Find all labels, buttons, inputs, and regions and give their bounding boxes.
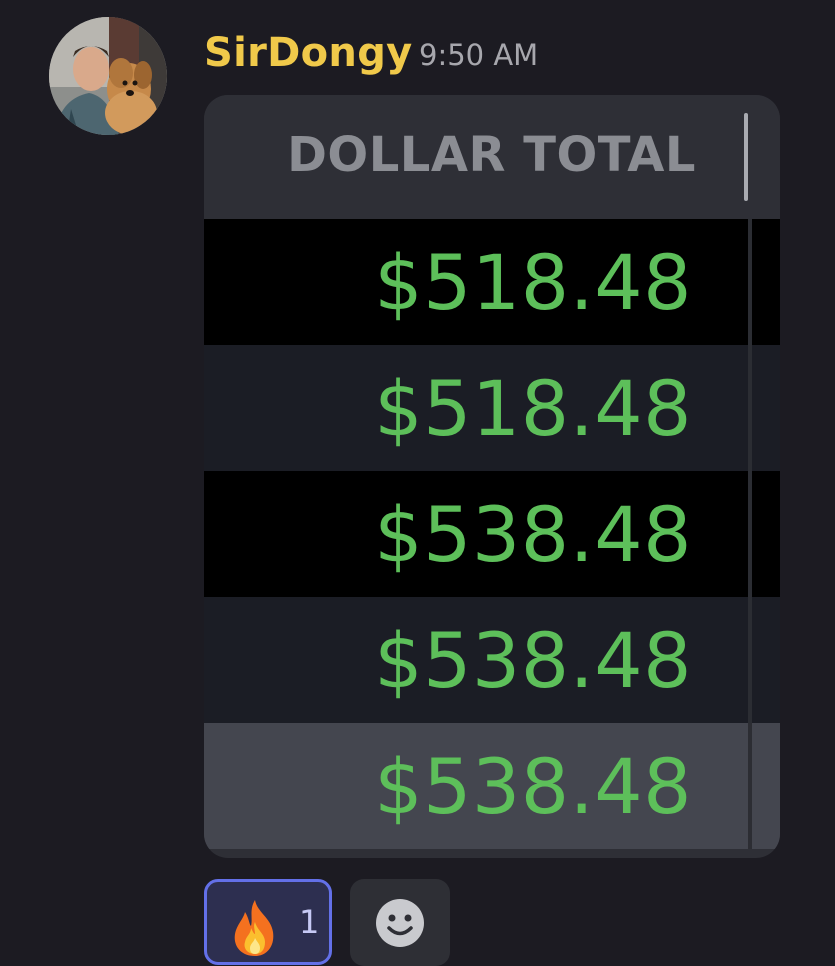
table-row: $538.48 xyxy=(204,471,780,597)
add-reaction-button[interactable] xyxy=(350,879,450,966)
avatar[interactable] xyxy=(49,17,167,135)
table-header: DOLLAR TOTAL xyxy=(204,95,780,219)
column-divider xyxy=(748,723,752,849)
table-body: $518.48 $518.48 $538.48 $538.48 $538.48 xyxy=(204,219,780,849)
smiley-icon xyxy=(376,899,424,947)
dollar-value: $518.48 xyxy=(374,364,692,453)
dollar-value: $518.48 xyxy=(374,238,692,327)
column-divider xyxy=(744,113,748,201)
table-row: $538.48 xyxy=(204,723,780,849)
column-header-dollar-total: DOLLAR TOTAL xyxy=(287,127,696,183)
image-embed[interactable]: DOLLAR TOTAL $518.48 $518.48 $538.48 $53… xyxy=(204,95,780,858)
dollar-value: $538.48 xyxy=(374,742,692,831)
dollar-value: $538.48 xyxy=(374,490,692,579)
author-name[interactable]: SirDongy xyxy=(204,27,413,79)
message-timestamp: 9:50 AM xyxy=(419,38,539,72)
column-divider xyxy=(748,219,752,345)
dollar-value: $538.48 xyxy=(374,616,692,705)
column-divider xyxy=(748,471,752,597)
column-divider xyxy=(748,597,752,723)
chat-message: SirDongy 9:50 AM DOLLAR TOTAL $518.48 $5… xyxy=(0,0,835,966)
table-row: $518.48 xyxy=(204,219,780,345)
avatar-image-icon xyxy=(49,17,167,135)
reaction-fire[interactable]: 1 xyxy=(204,879,332,965)
table-row: $538.48 xyxy=(204,597,780,723)
reaction-count: 1 xyxy=(299,903,320,941)
table-row: $518.48 xyxy=(204,345,780,471)
fire-icon xyxy=(234,900,274,956)
column-divider xyxy=(748,345,752,471)
